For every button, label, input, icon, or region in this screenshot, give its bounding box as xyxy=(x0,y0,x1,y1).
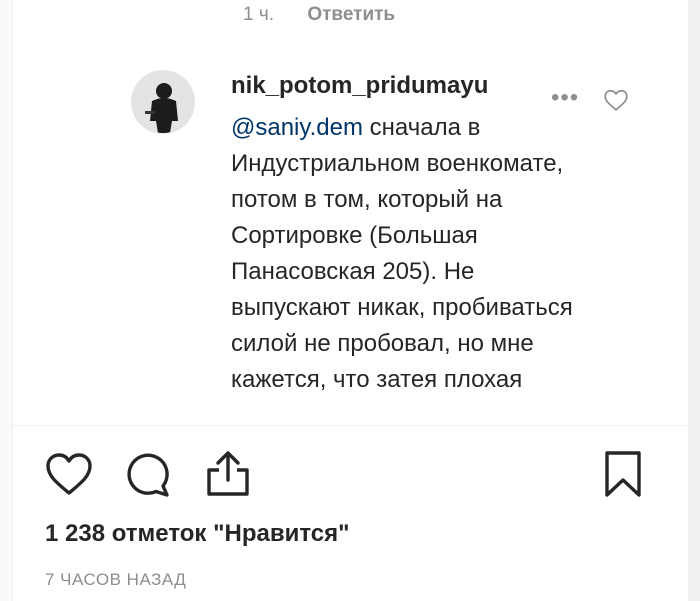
divider xyxy=(13,425,689,426)
comment-mention[interactable]: @saniy.dem xyxy=(231,114,363,141)
comment-time: 1 ч. xyxy=(243,4,275,25)
post-panel: 1 ч. Ответить nik_potom_pridumayu ••• @s… xyxy=(12,0,690,601)
bookmark-icon[interactable] xyxy=(603,450,643,498)
comment-username[interactable]: nik_potom_pridumayu xyxy=(231,72,488,100)
likes-count[interactable]: 1 238 отметок "Нравится" xyxy=(45,520,350,548)
comment-icon[interactable] xyxy=(125,452,171,498)
like-icon[interactable] xyxy=(45,452,93,496)
avatar-image xyxy=(132,71,194,133)
reply-button[interactable]: Ответить xyxy=(307,4,395,25)
post-timestamp: 7 ЧАСОВ НАЗАД xyxy=(45,570,187,589)
scrollbar[interactable] xyxy=(688,0,700,601)
more-options-icon[interactable]: ••• xyxy=(551,84,579,112)
previous-comment-meta: 1 ч. Ответить xyxy=(243,4,423,26)
comment: nik_potom_pridumayu ••• @saniy.dem снача… xyxy=(13,60,689,415)
comment-text: @saniy.dem сначала в Индустриальном воен… xyxy=(231,110,591,398)
avatar[interactable] xyxy=(131,70,195,134)
comment-body: сначала в Индустриальном военкомате, пот… xyxy=(231,114,573,393)
comment-like-icon[interactable] xyxy=(603,88,629,112)
share-icon[interactable] xyxy=(205,448,251,498)
